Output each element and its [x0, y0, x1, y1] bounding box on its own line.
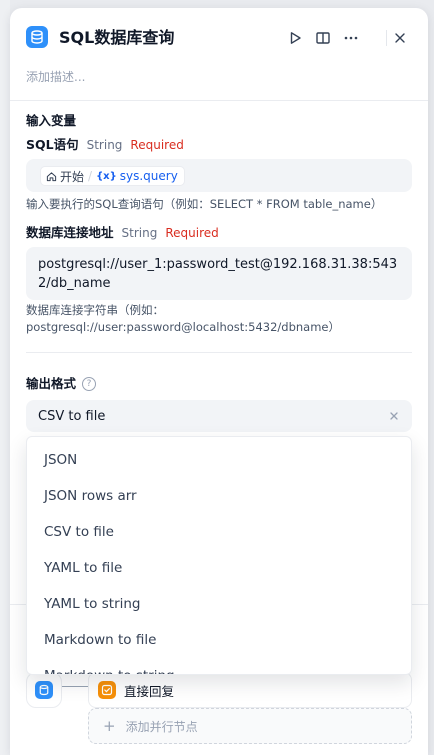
node-config-panel: SQL数据库查询 添加描述... 输入变量 SQL语句 String Requi…	[10, 8, 428, 755]
canvas-background	[0, 0, 10, 755]
input-variables-heading: 输入变量	[26, 113, 77, 128]
dropdown-option[interactable]: YAML to file	[27, 550, 411, 586]
output-format-label: 输出格式 ?	[26, 375, 97, 393]
conn-label: 数据库连接地址	[26, 225, 114, 240]
path-separator: /	[88, 169, 93, 183]
header-divider	[386, 30, 387, 46]
current-node-icon	[26, 672, 62, 708]
play-icon	[290, 32, 301, 44]
sql-field-label: SQL语句 String Required	[26, 136, 184, 154]
more-button[interactable]	[341, 28, 361, 48]
divider	[26, 352, 412, 353]
page-title[interactable]: SQL数据库查询	[59, 26, 174, 50]
start-node-name: 开始	[60, 169, 85, 184]
dropdown-option[interactable]: JSON	[27, 442, 411, 478]
start-node-ref: 开始	[46, 168, 84, 185]
divider	[10, 100, 428, 101]
help-icon[interactable]: ?	[82, 377, 97, 391]
conn-hint: 数据库连接字符串（例如：postgresql://user:password@l…	[26, 303, 340, 334]
dropdown-option[interactable]: JSON rows arr	[27, 478, 411, 514]
output-format-heading: 输出格式	[26, 376, 77, 391]
next-node-label: 直接回复	[124, 683, 175, 699]
selected-value: CSV to file	[38, 408, 106, 424]
sql-required-badge: Required	[130, 138, 184, 152]
more-horizontal-icon	[344, 36, 358, 40]
book-open-icon	[316, 32, 330, 44]
close-icon	[395, 33, 405, 43]
next-node-direct-reply[interactable]: 直接回复	[88, 672, 412, 708]
variable-ref: {x} sys.query	[96, 169, 178, 183]
panel-header: SQL数据库查询	[10, 8, 428, 68]
sql-type: String	[86, 138, 123, 152]
conn-field-label: 数据库连接地址 String Required	[26, 224, 219, 242]
sql-hint: 输入要执行的SQL查询语句（例如：SELECT * FROM table_nam…	[26, 197, 383, 211]
reply-icon	[98, 681, 116, 699]
home-icon	[46, 171, 57, 181]
node-connector	[62, 686, 88, 687]
dropdown-option[interactable]: CSV to file	[27, 514, 411, 550]
close-button[interactable]	[390, 28, 410, 48]
sql-database-icon	[26, 26, 48, 48]
help-doc-button[interactable]	[313, 28, 333, 48]
output-format-select[interactable]: CSV to file	[26, 400, 412, 432]
output-format-dropdown: JSON JSON rows arr CSV to file YAML to f…	[26, 436, 412, 675]
connection-string-input[interactable]: postgresql://user_1:password_test@192.16…	[26, 247, 412, 300]
dropdown-option[interactable]: YAML to string	[27, 586, 411, 622]
description-input[interactable]: 添加描述...	[26, 68, 85, 86]
variable-name: sys.query	[119, 169, 178, 183]
sql-variable-input[interactable]: 开始 / {x} sys.query	[26, 159, 412, 192]
variable-icon: {x}	[96, 170, 117, 182]
sql-database-icon	[35, 681, 53, 699]
conn-type: String	[121, 226, 158, 240]
sql-label: SQL语句	[26, 137, 79, 152]
add-parallel-label: 添加并行节点	[125, 719, 198, 734]
dropdown-option[interactable]: Markdown to string	[27, 658, 411, 674]
clear-icon[interactable]	[386, 408, 402, 424]
add-parallel-node-button[interactable]: + 添加并行节点	[88, 708, 412, 744]
conn-required-badge: Required	[165, 226, 219, 240]
run-button[interactable]	[285, 28, 305, 48]
plus-icon: +	[103, 717, 116, 735]
dropdown-option[interactable]: Markdown to file	[27, 622, 411, 658]
variable-reference-chip[interactable]: 开始 / {x} sys.query	[40, 166, 185, 186]
